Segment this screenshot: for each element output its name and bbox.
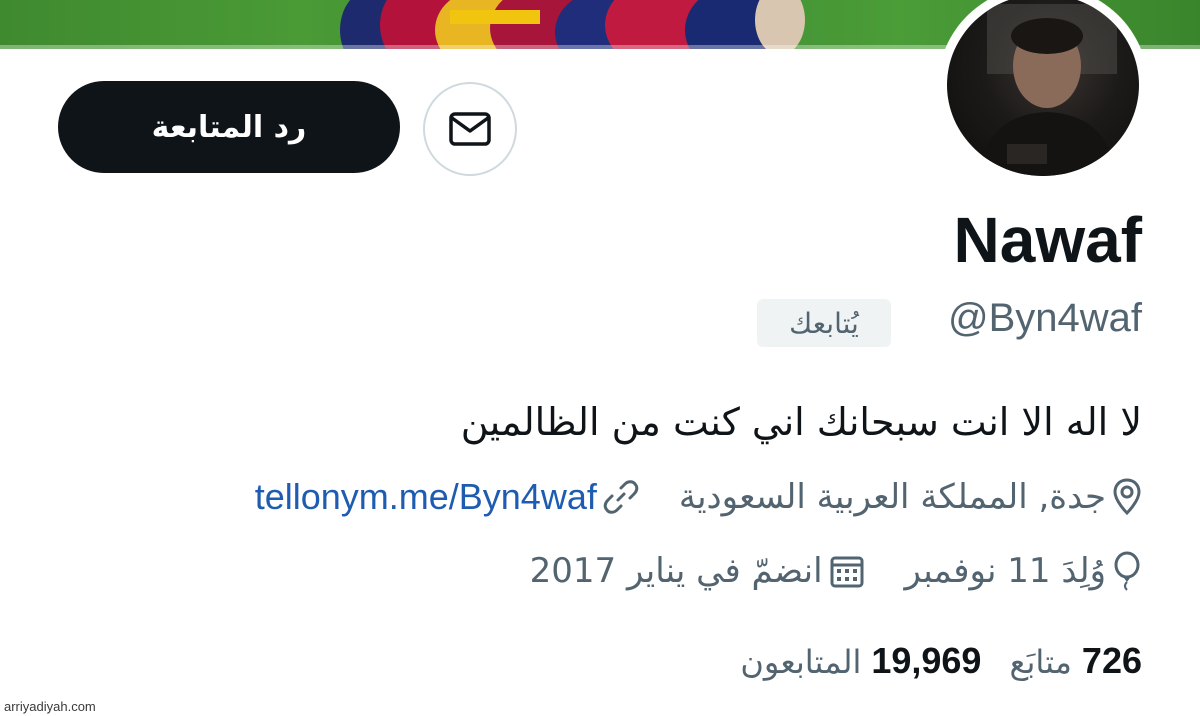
followers-count: 19,969: [871, 640, 982, 681]
avatar-photo: [947, 0, 1139, 176]
source-watermark: arriyadiyah.com: [4, 699, 96, 714]
birthday-item: وُلِدَ 11 نوفمبر: [905, 551, 1142, 591]
following-count: 726: [1081, 640, 1142, 681]
calendar-icon: [830, 556, 864, 588]
person-photo-icon: [977, 4, 1117, 176]
location-text: جدة, المملكة العربية السعودية: [678, 477, 1106, 517]
balloon-icon: [1114, 551, 1140, 591]
follows-you-badge: يُتابعك: [757, 299, 891, 347]
followers-label: المتابعون: [740, 643, 862, 681]
avatar[interactable]: [938, 0, 1148, 185]
profile-meta-row-1: جدة, المملكة العربية السعودية tellonym.m…: [255, 476, 1142, 518]
follow-back-label: رد المتابعة: [151, 109, 307, 145]
profile-meta-row-2: وُلِدَ 11 نوفمبر انضمّ في يناير 2017: [530, 551, 1142, 591]
banner-players-image: [340, 0, 805, 49]
website-link[interactable]: tellonym.me/Byn4waf: [255, 476, 597, 518]
following-label: متابَع: [1009, 643, 1072, 681]
profile-stats: 726 متابَع 19,969 المتابعون: [740, 640, 1142, 682]
birthday-text: وُلِدَ 11 نوفمبر: [904, 551, 1106, 591]
location-pin-icon: [1113, 478, 1141, 516]
location-item: جدة, المملكة العربية السعودية: [679, 477, 1142, 517]
followers-stat[interactable]: 19,969 المتابعون: [740, 640, 981, 682]
website-item[interactable]: tellonym.me/Byn4waf: [255, 476, 639, 518]
user-handle: @Byn4waf: [947, 296, 1142, 340]
follow-back-button[interactable]: رد المتابعة: [58, 81, 400, 173]
profile-page: رد المتابعة Nawaf @Byn4waf يُتابعك لا ال…: [0, 0, 1200, 716]
envelope-icon: [449, 112, 491, 146]
display-name: Nawaf: [953, 204, 1143, 276]
link-icon: [603, 480, 639, 514]
profile-bio: لا اله الا انت سبحانك اني كنت من الظالمي…: [460, 400, 1142, 444]
joined-item: انضمّ في يناير 2017: [530, 551, 865, 591]
following-stat[interactable]: 726 متابَع: [1009, 640, 1142, 682]
joined-text: انضمّ في يناير 2017: [529, 551, 823, 591]
message-button[interactable]: [423, 82, 517, 176]
